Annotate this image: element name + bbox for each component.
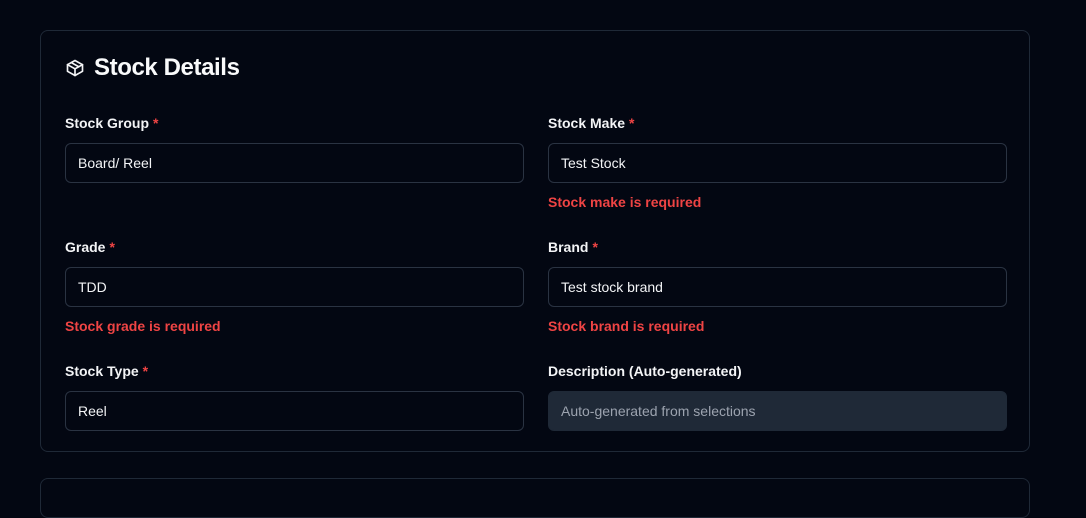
stock-group-select[interactable]: Board/ Reel bbox=[65, 143, 524, 183]
stock-details-card: Stock Details Stock Group * Board/ Reel S… bbox=[40, 30, 1030, 452]
stock-type-select[interactable]: Reel bbox=[65, 391, 524, 431]
brand-field: Brand * Test stock brand Stock brand is r… bbox=[548, 238, 1007, 335]
stock-group-label: Stock Group * bbox=[65, 115, 159, 131]
description-input: Auto-generated from selections bbox=[548, 391, 1007, 431]
grade-field: Grade * TDD Stock grade is required bbox=[65, 238, 524, 335]
grade-error: Stock grade is required bbox=[65, 318, 221, 334]
required-marker: * bbox=[592, 239, 598, 255]
stock-make-field: Stock Make * Test Stock Stock make is req… bbox=[548, 114, 1007, 211]
required-marker: * bbox=[153, 115, 159, 131]
stock-type-field: Stock Type * Reel bbox=[65, 362, 524, 431]
stock-type-label: Stock Type * bbox=[65, 363, 149, 379]
brand-label: Brand * bbox=[548, 239, 598, 255]
stock-make-select[interactable]: Test Stock bbox=[548, 143, 1007, 183]
brand-select[interactable]: Test stock brand bbox=[548, 267, 1007, 307]
stock-group-field: Stock Group * Board/ Reel bbox=[65, 114, 524, 183]
section-title: Stock Details bbox=[94, 54, 240, 81]
grade-select[interactable]: TDD bbox=[65, 267, 524, 307]
required-marker: * bbox=[629, 115, 635, 131]
required-marker: * bbox=[109, 239, 115, 255]
stock-make-label: Stock Make * bbox=[548, 115, 635, 131]
section-header: Stock Details bbox=[65, 53, 240, 83]
stock-make-error: Stock make is required bbox=[548, 194, 702, 210]
package-icon bbox=[65, 58, 85, 78]
grade-label: Grade * bbox=[65, 239, 115, 255]
description-label: Description (Auto-generated) bbox=[548, 363, 742, 379]
description-field: Description (Auto-generated) Auto-genera… bbox=[548, 362, 1007, 431]
required-marker: * bbox=[142, 363, 149, 379]
brand-error: Stock brand is required bbox=[548, 318, 705, 334]
next-section-card bbox=[40, 478, 1030, 518]
